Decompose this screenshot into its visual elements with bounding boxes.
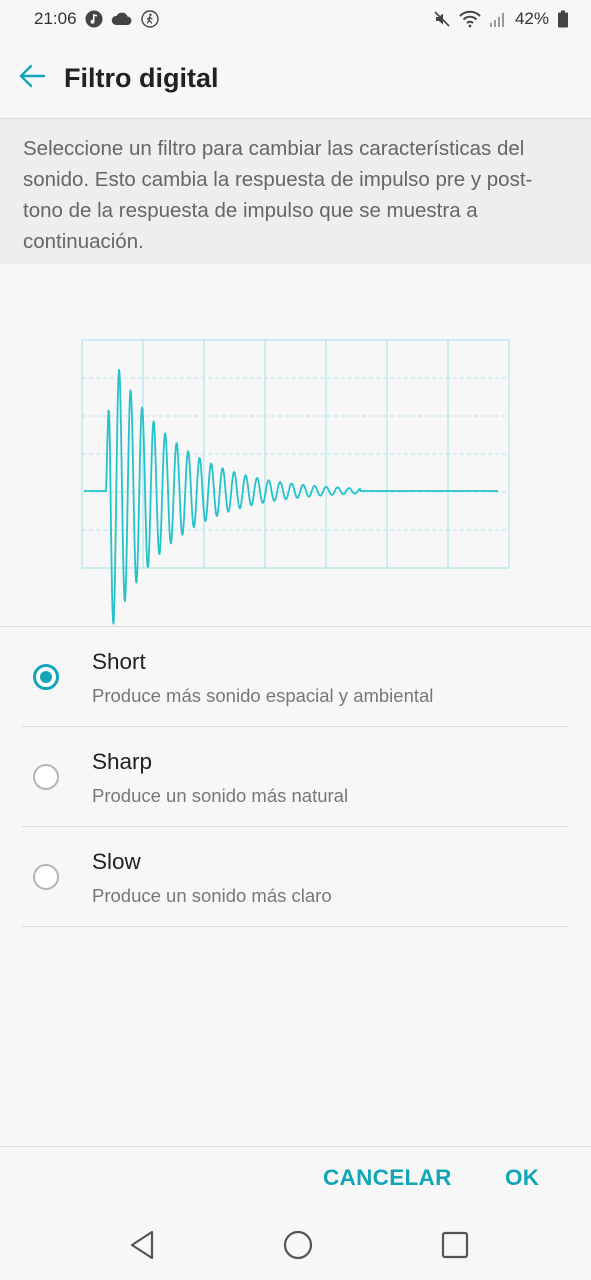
option-title: Slow [92, 849, 141, 874]
filter-option-slow[interactable]: Slow Produce un sonido más claro [0, 827, 591, 927]
home-circle-icon[interactable] [280, 1227, 316, 1263]
mute-icon [433, 10, 451, 28]
option-subtitle: Produce un sonido más natural [92, 785, 349, 806]
cloud-icon [111, 11, 133, 27]
option-divider [22, 926, 569, 927]
option-title: Short [92, 649, 146, 674]
back-button[interactable] [0, 38, 64, 118]
battery-icon [557, 10, 569, 28]
radio-sharp[interactable] [33, 764, 59, 790]
filter-option-short[interactable]: Short Produce más sonido espacial y ambi… [0, 627, 591, 727]
option-subtitle: Produce más sonido espacial y ambiental [92, 685, 434, 706]
filter-option-sharp[interactable]: Sharp Produce un sonido más natural [0, 727, 591, 827]
ok-button[interactable]: OK [505, 1165, 539, 1191]
back-triangle-icon[interactable] [124, 1227, 160, 1263]
option-title: Sharp [92, 749, 153, 774]
status-time: 21:06 [34, 9, 77, 28]
impulse-response-chart [0, 264, 591, 626]
option-subtitle: Produce un sonido más claro [92, 885, 332, 906]
impulse-waveform [84, 368, 499, 625]
back-arrow-icon [19, 64, 46, 93]
radio-slow[interactable] [33, 864, 59, 890]
page-title: Filtro digital [64, 62, 219, 93]
system-nav-bar [0, 1213, 591, 1280]
status-right: 42% [433, 9, 569, 29]
battery-percent: 42% [514, 9, 549, 28]
recents-square-icon[interactable] [437, 1227, 473, 1263]
music-note-icon [85, 10, 103, 28]
walking-icon [140, 10, 159, 28]
signal-icon [489, 10, 507, 28]
status-bar: 21:06 42% [0, 0, 591, 38]
filter-options-list: Short Produce más sonido espacial y ambi… [0, 627, 591, 927]
wifi-icon [459, 10, 481, 28]
dialog-actions: CANCELAR OK [0, 1147, 591, 1213]
status-left: 21:06 [34, 9, 159, 29]
impulse-response-svg [81, 339, 510, 625]
radio-short[interactable] [33, 664, 59, 690]
cancel-button[interactable]: CANCELAR [323, 1165, 452, 1191]
description-text: Seleccione un filtro para cambiar las ca… [0, 118, 591, 264]
app-bar: Filtro digital [0, 38, 591, 118]
